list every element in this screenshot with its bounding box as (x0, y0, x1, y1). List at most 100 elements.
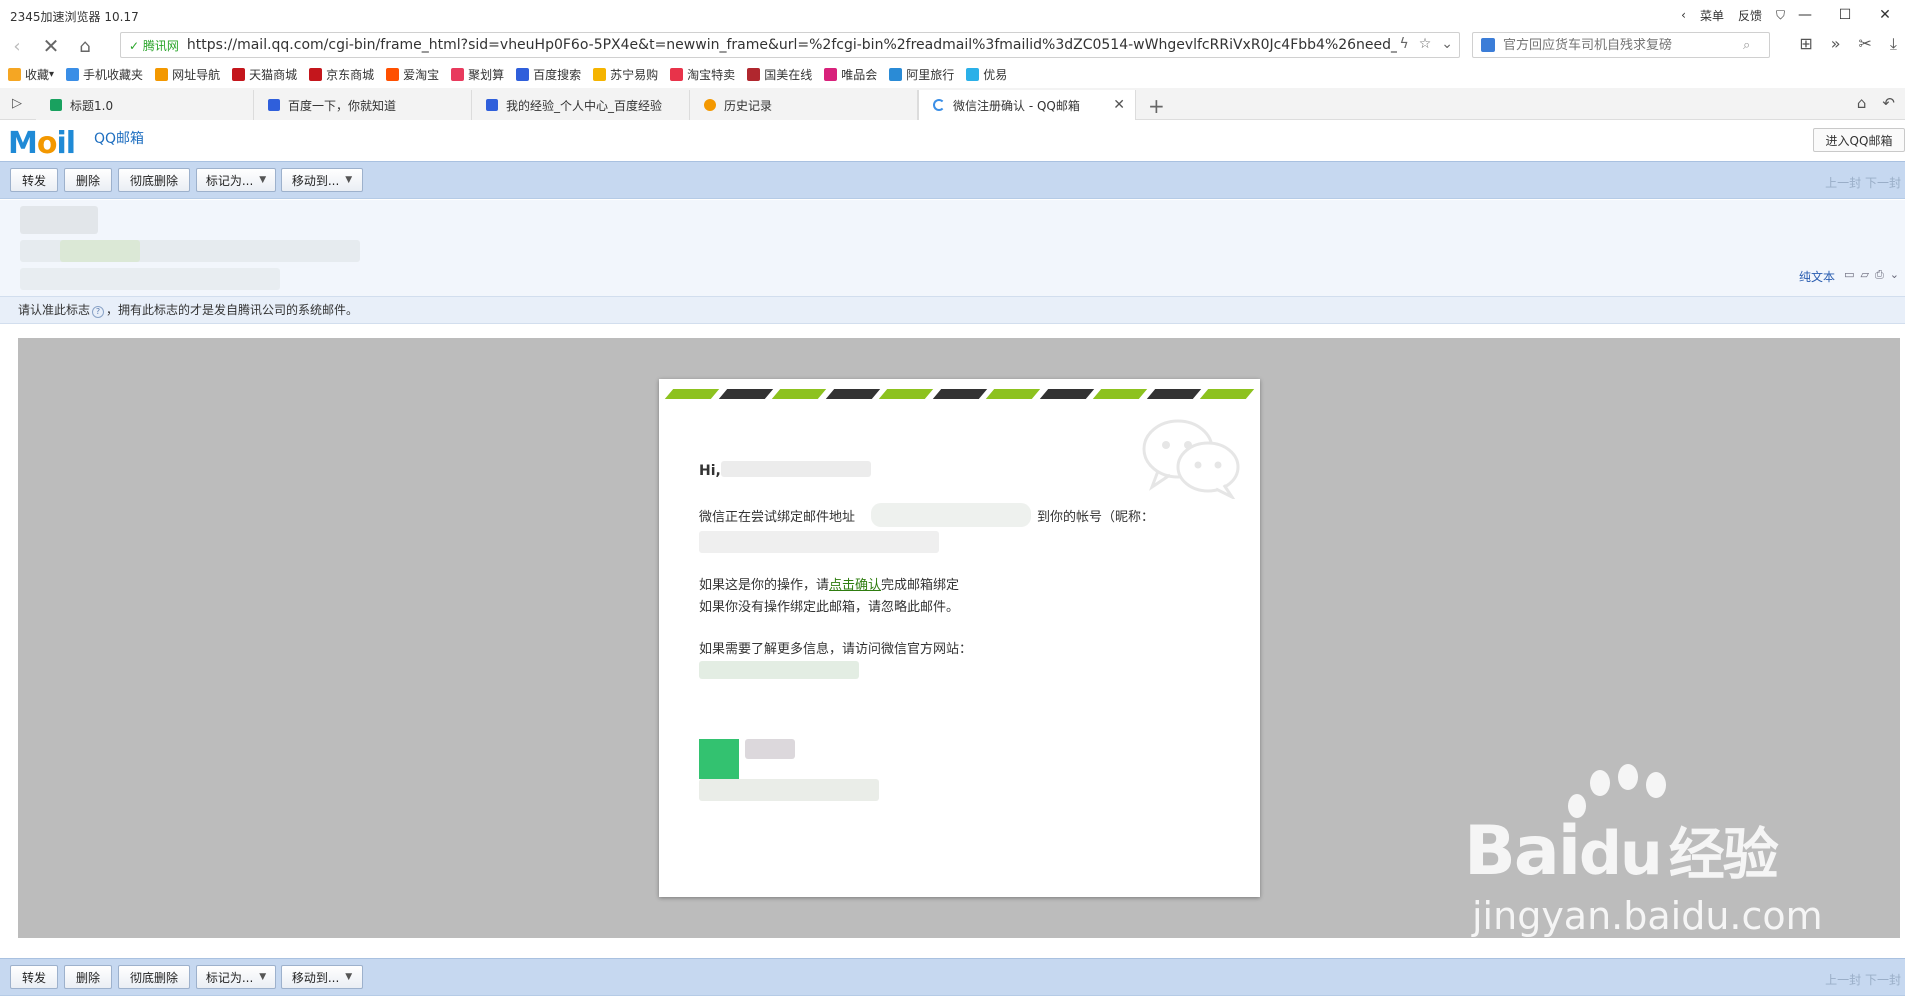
search-icon[interactable]: ⌕ (1743, 38, 1750, 53)
expand-icon[interactable]: ⌄ (1890, 268, 1899, 282)
tab-1[interactable]: 标题1.0 (36, 90, 254, 120)
baidu-jingyan-watermark: Baidu 经验 jingyan.baidu.com (1460, 764, 1900, 940)
download-icon[interactable]: ⤓ (1890, 34, 1897, 54)
tab-5-active[interactable]: 微信注册确认 - QQ邮箱 ✕ (918, 90, 1136, 120)
bookmark-item[interactable]: 天猫商城 (232, 66, 297, 83)
folder-icon[interactable]: ▱ (1861, 268, 1869, 282)
new-tab-icon[interactable]: + (1148, 94, 1165, 118)
bookmark-item[interactable]: 淘宝特卖 (670, 66, 735, 83)
greeting: Hi, (699, 463, 721, 479)
feedback-button[interactable]: 反馈 (1738, 7, 1762, 24)
bookmark-icon (966, 67, 980, 81)
bookmark-item[interactable]: 手机收藏夹 (66, 66, 143, 83)
bookmark-item[interactable]: 优易 (966, 66, 1007, 83)
stripe (878, 389, 934, 399)
stop-icon[interactable]: ✕ (34, 31, 68, 61)
close-tab-icon[interactable]: ✕ (1113, 97, 1125, 113)
home-icon[interactable]: ⌂ (68, 31, 102, 61)
stripe (771, 389, 827, 399)
bookmark-item[interactable]: 聚划算 (451, 66, 504, 83)
tab-4[interactable]: 历史记录 (690, 90, 918, 120)
url-text[interactable]: https://mail.qq.com/cgi-bin/frame_html?s… (187, 37, 1397, 53)
chevron-down-icon[interactable]: ⌄ (1441, 36, 1453, 52)
window-icon[interactable]: ▭ (1844, 268, 1854, 282)
undo-icon[interactable]: ↶ (1882, 94, 1895, 112)
ignore-text: 如果你没有操作绑定此邮箱，请忽略此邮件。 (699, 600, 960, 615)
bookmark-icon (386, 67, 400, 81)
baidu-paw-icon (486, 99, 498, 111)
bookmark-item[interactable]: 网址导航 (155, 66, 220, 83)
plain-text-link[interactable]: 纯文本 (1799, 268, 1835, 285)
minimize-icon[interactable]: — (1785, 7, 1825, 23)
bookmark-item[interactable]: 京东商城 (309, 66, 374, 83)
chevron-left-icon[interactable]: ‹ (1681, 8, 1686, 22)
mark-as-dropdown[interactable]: 标记为... ▼ (196, 168, 276, 192)
bookmark-item[interactable]: 爱淘宝 (386, 66, 439, 83)
bookmark-icon (66, 67, 80, 81)
bookmark-icon (889, 67, 903, 81)
bag-icon[interactable]: ⌂ (1857, 94, 1867, 112)
back-icon[interactable]: ‹ (0, 31, 34, 61)
more-icon[interactable]: » (1831, 34, 1841, 54)
bookmarks-bar: 收藏 ▾ 手机收藏夹 网址导航 天猫商城 京东商城 爱淘宝 聚划算 百度搜索 苏宁易购 淘宝特卖国… (0, 62, 1905, 86)
maximize-icon[interactable]: ☐ (1825, 7, 1865, 23)
enter-qq-mail-button[interactable]: 进入QQ邮箱 (1813, 128, 1905, 152)
forward-button-bottom[interactable]: 转发 (10, 965, 58, 989)
star-icon[interactable]: ☆ (1419, 36, 1432, 52)
mail-meta-area: 纯文本 ▭ ▱ ⎙ ⌄ (0, 200, 1905, 296)
forward-button[interactable]: 转发 (10, 168, 58, 192)
confirm-link[interactable]: 点击确认 (829, 578, 881, 593)
baidu-paw-icon (268, 99, 280, 111)
stripe (1146, 389, 1201, 399)
mark-as-dropdown-bottom[interactable]: 标记为... ▼ (196, 965, 276, 989)
stripe (1039, 389, 1094, 399)
paw-toe (1618, 764, 1638, 790)
delete-button-bottom[interactable]: 删除 (64, 965, 112, 989)
stripe (1199, 389, 1255, 399)
lightning-icon[interactable]: ϟ (1399, 36, 1408, 52)
apps-grid-icon[interactable]: ⊞ (1799, 34, 1812, 54)
search-box[interactable]: ⌕ (1472, 32, 1770, 58)
bookmark-item[interactable]: 百度搜索 (516, 66, 581, 83)
close-window-icon[interactable]: ✕ (1865, 7, 1905, 23)
mail-header: Moil QQ邮箱 进入QQ邮箱 (0, 122, 1905, 162)
watermark-logo: Baidu 经验 (1464, 812, 1779, 891)
blurred-name (721, 461, 871, 477)
bookmark-item[interactable]: 唯品会 (824, 66, 877, 83)
bookmark-item[interactable]: 阿里旅行 (889, 66, 954, 83)
wechat-bubbles-icon (1142, 419, 1240, 499)
tab-2[interactable]: 百度一下，你就知道 (254, 90, 472, 120)
search-input[interactable] (1503, 37, 1743, 53)
paw-toe (1646, 772, 1666, 798)
delete-button[interactable]: 删除 (64, 168, 112, 192)
bookmark-icon (309, 67, 323, 81)
shirt-icon[interactable]: ⛉ (1776, 8, 1785, 23)
qq-mail-logo[interactable]: Moil (8, 126, 76, 161)
move-to-dropdown-bottom[interactable]: 移动到... ▼ (281, 965, 363, 989)
print-icon[interactable]: ⎙ (1875, 268, 1884, 282)
official-mark-icon[interactable]: ? (92, 306, 105, 318)
paw-print-icon (1590, 770, 1610, 796)
delete-forever-button[interactable]: 彻底删除 (118, 168, 190, 192)
bookmark-icon (824, 67, 838, 81)
menu-button[interactable]: 菜单 (1700, 7, 1724, 24)
bookmark-item[interactable]: 收藏 ▾ (8, 66, 54, 83)
delete-forever-button-bottom[interactable]: 彻底删除 (118, 965, 190, 989)
stripe (985, 389, 1041, 399)
address-bar[interactable]: ✓ 腾讯网 https://mail.qq.com/cgi-bin/frame_… (120, 32, 1460, 58)
bookmark-item[interactable]: 苏宁易购 (593, 66, 658, 83)
confirm-text: 如果这是你的操作，请点击确认完成邮箱绑定 (699, 578, 960, 593)
blurred-time (20, 268, 280, 290)
bookmark-item[interactable]: 国美在线 (747, 66, 812, 83)
blurred-qr-logo (699, 739, 739, 779)
bookmark-icon (516, 67, 530, 81)
bind-attempt-suffix: 到你的帐号（昵称： (1037, 510, 1155, 525)
prev-next-links[interactable]: 上一封 下一封 (1825, 174, 1901, 191)
loading-spinner-icon (933, 99, 945, 111)
move-to-dropdown[interactable]: 移动到... ▼ (281, 168, 363, 192)
dropdown-arrow-icon: ▼ (345, 175, 353, 185)
scissors-icon[interactable]: ✂ (1859, 34, 1872, 54)
sidebar-toggle-icon[interactable]: ▷ (12, 96, 22, 111)
tab-3[interactable]: 我的经验_个人中心_百度经验 (472, 90, 690, 120)
official-mail-notice: 请认准此标志? ，拥有此标志的才是发自腾讯公司的系统邮件。 (0, 296, 1905, 324)
